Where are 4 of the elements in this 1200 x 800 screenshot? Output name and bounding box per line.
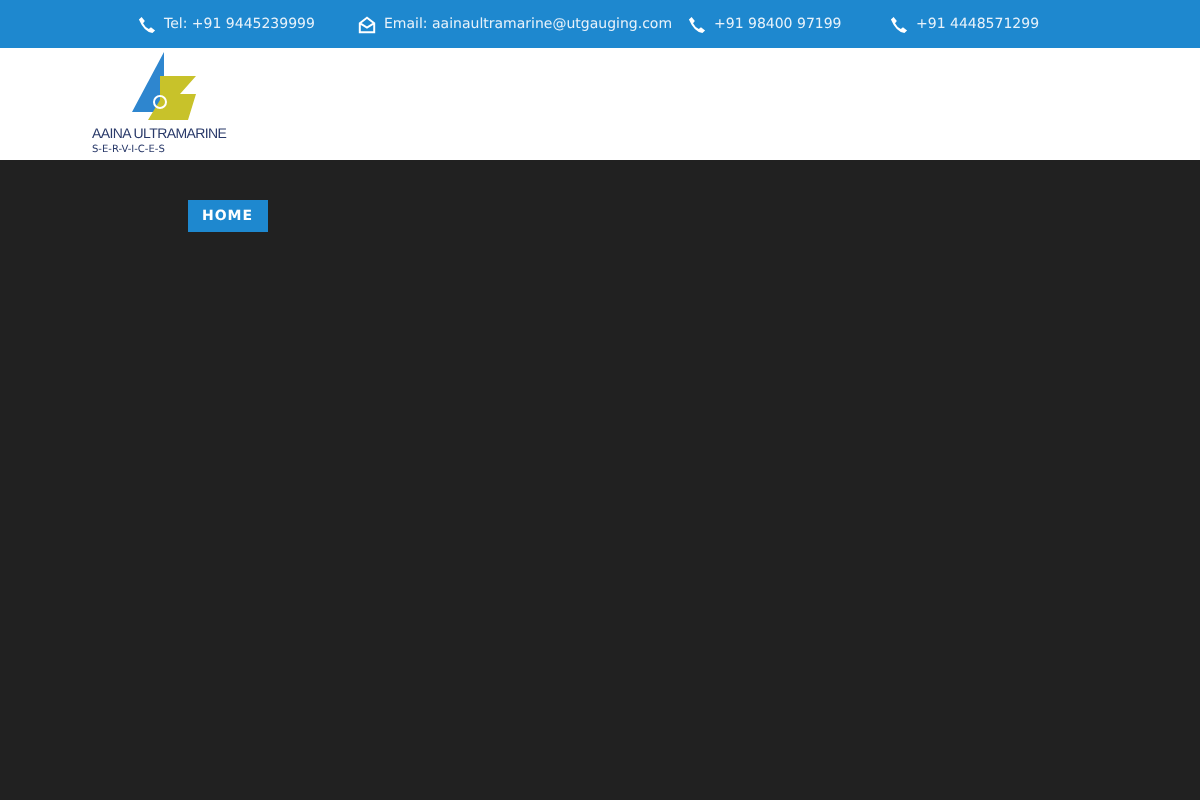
phone-icon — [890, 15, 908, 33]
phone-icon — [138, 15, 156, 33]
envelope-icon — [358, 15, 376, 33]
phone-icon — [688, 15, 706, 33]
